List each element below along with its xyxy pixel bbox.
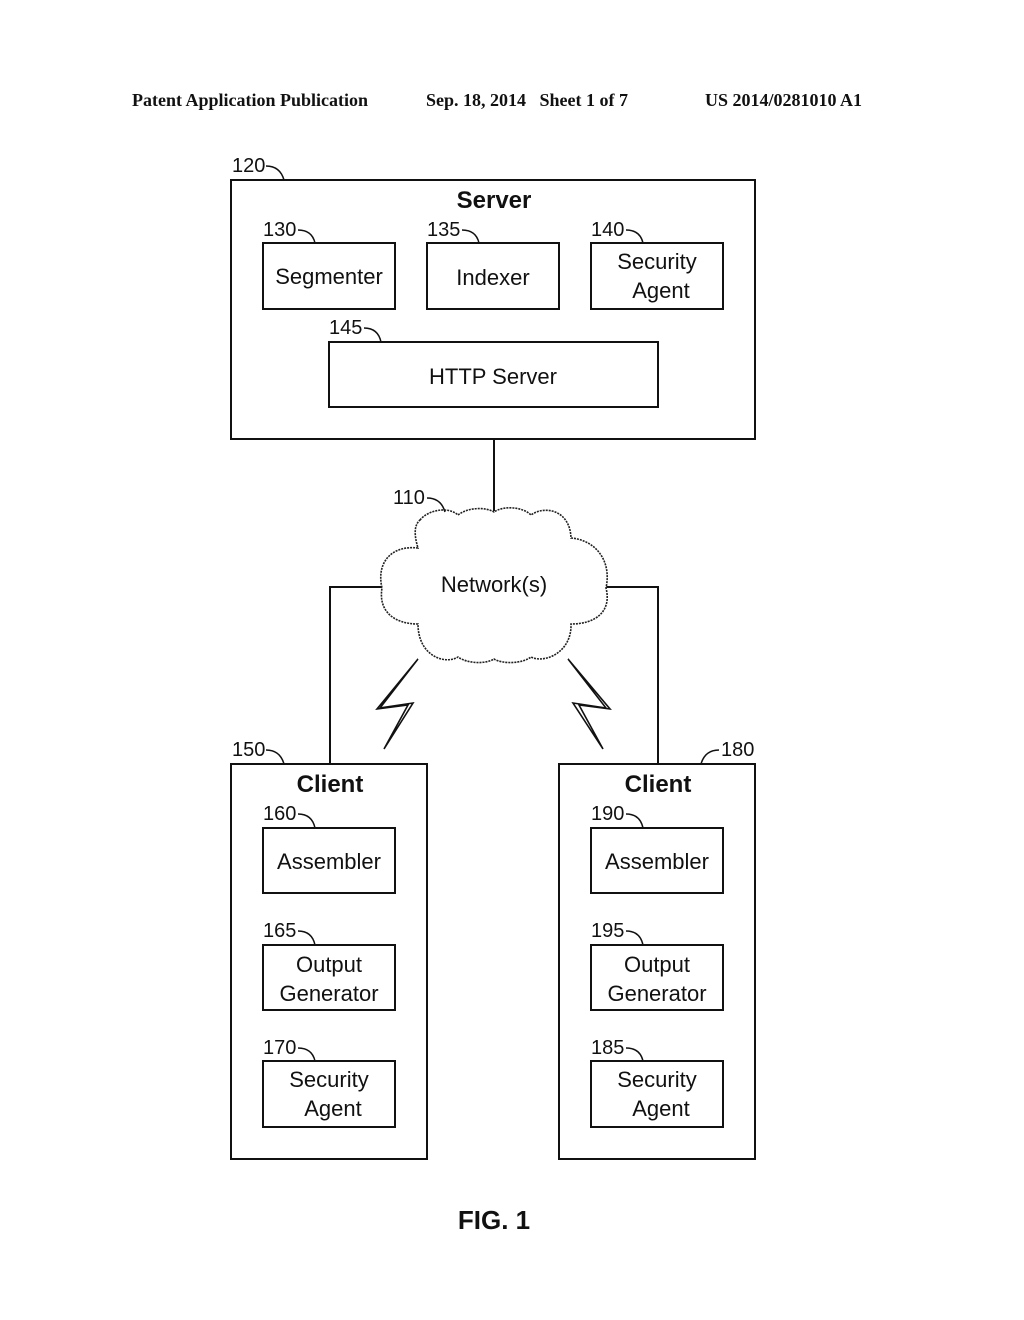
segmenter-ref: 130	[263, 219, 296, 241]
network-client1-link	[329, 586, 382, 764]
output-generator-ref: 165	[263, 920, 296, 942]
network-ref: 110	[393, 487, 425, 509]
output-generator-label-line2: Generator	[279, 981, 378, 1006]
server-box: Server 120 Segmenter 130 Indexer 135 Sec…	[230, 155, 756, 440]
client-security-agent-label-line1: Security	[289, 1067, 368, 1092]
client-security-agent-label-line2: Agent	[304, 1096, 362, 1121]
http-server-label: HTTP Server	[429, 364, 557, 389]
client-ref: 180	[721, 739, 754, 761]
leader-line	[700, 749, 720, 765]
client-security-agent-label-line1: Security	[617, 1067, 696, 1092]
assembler-label: Assembler	[277, 849, 381, 874]
assembler-label: Assembler	[605, 849, 709, 874]
client-ref: 150	[232, 739, 265, 761]
client-security-agent-ref: 185	[591, 1037, 624, 1059]
wireless-link-icon	[375, 658, 419, 750]
server-ref: 120	[232, 155, 265, 177]
assembler-ref: 190	[591, 803, 624, 825]
network-client2-link	[606, 586, 659, 764]
system-diagram: Server 120 Segmenter 130 Indexer 135 Sec…	[230, 155, 756, 1235]
client-title: Client	[297, 771, 364, 798]
leader-line	[265, 165, 285, 181]
server-title: Server	[457, 187, 532, 214]
assembler-ref: 160	[263, 803, 296, 825]
server-security-agent-label-line1: Security	[617, 249, 696, 274]
http-server-ref: 145	[329, 317, 362, 339]
network-label: Network(s)	[441, 572, 547, 597]
segmenter-label: Segmenter	[275, 264, 383, 289]
indexer-ref: 135	[427, 219, 460, 241]
output-generator-label-line1: Output	[296, 952, 362, 977]
output-generator-label-line1: Output	[624, 952, 690, 977]
client-box-2: Client 180 Assembler 190 Output Generato…	[558, 739, 756, 1160]
figure-label: FIG. 1	[458, 1205, 530, 1235]
server-security-agent-label-line2: Agent	[632, 278, 690, 303]
indexer-label: Indexer	[456, 265, 529, 290]
wireless-link-icon	[567, 658, 612, 750]
client-security-agent-ref: 170	[263, 1037, 296, 1059]
client-box-1: Client 150 Assembler 160 Output Generato…	[230, 739, 428, 1160]
network-cloud: Network(s) 110	[379, 487, 608, 664]
leader-line	[265, 749, 285, 765]
client-title: Client	[625, 771, 692, 798]
output-generator-ref: 195	[591, 920, 624, 942]
output-generator-label-line2: Generator	[607, 981, 706, 1006]
server-security-agent-ref: 140	[591, 219, 624, 241]
client-security-agent-label-line2: Agent	[632, 1096, 690, 1121]
